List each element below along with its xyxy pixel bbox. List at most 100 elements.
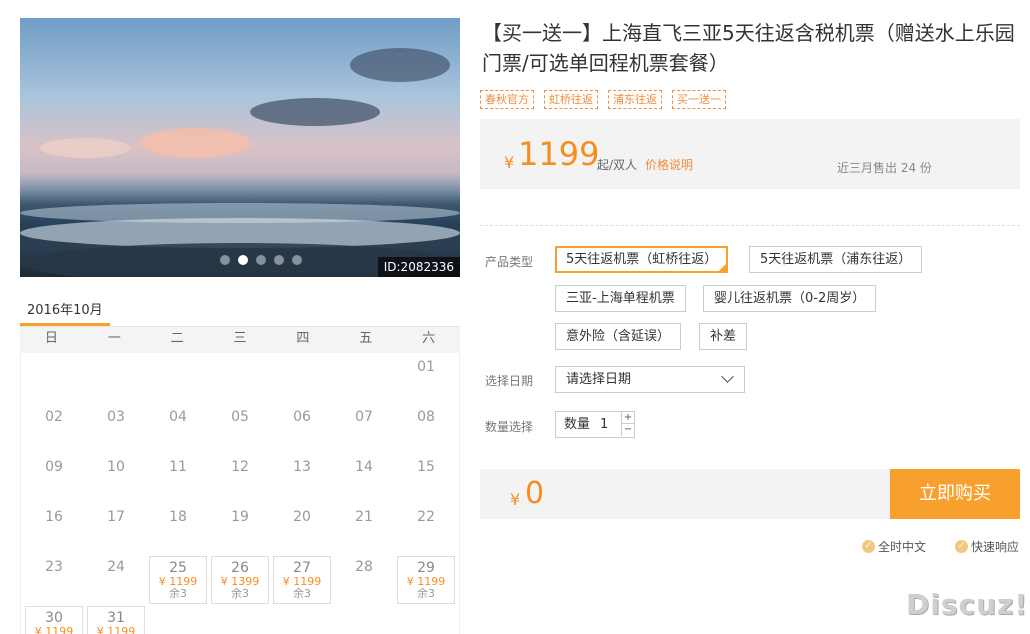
- selected-check-icon: ✓: [719, 258, 727, 267]
- calendar-day-available[interactable]: 26 ¥ 1399 余3: [211, 556, 269, 604]
- sold-count: 近三月售出 24 份: [837, 161, 932, 175]
- calendar-day: 01: [417, 359, 435, 375]
- carousel-dot[interactable]: [292, 255, 302, 265]
- quantity-value[interactable]: 1: [600, 417, 608, 432]
- product-hero-image[interactable]: ID:2082336: [20, 18, 460, 277]
- calendar-day: 22: [417, 509, 435, 525]
- total-currency: ¥: [510, 490, 521, 509]
- hero-cloud: [250, 98, 380, 126]
- weekday-sat: 六: [422, 331, 436, 346]
- chevron-down-icon: [721, 370, 734, 383]
- price-panel: ¥ 1199 起/双人 价格说明 近三月售出 24 份: [480, 119, 1020, 189]
- calendar-day-available[interactable]: 25 ¥ 1199 余3: [149, 556, 207, 604]
- service-label: 快速响应: [971, 540, 1020, 554]
- calendar-day-available[interactable]: 27 ¥ 1199 余3: [273, 556, 331, 604]
- calendar-day: 11: [169, 459, 187, 475]
- price-explain-link[interactable]: 价格说明: [645, 156, 693, 173]
- calendar-day: 10: [107, 459, 125, 475]
- calendar-day-available[interactable]: 31 ¥ 1199: [87, 606, 145, 634]
- day-price: ¥ 1199: [96, 625, 136, 634]
- discuz-watermark: Discuz!: [906, 588, 1029, 621]
- quantity-stepper[interactable]: 数量 1 + −: [555, 411, 635, 438]
- calendar-day: 03: [107, 409, 125, 425]
- weekday-fri: 五: [359, 331, 373, 346]
- calendar-day: 09: [45, 459, 63, 475]
- calendar-day: 07: [355, 409, 373, 425]
- service-label: 全时中文: [878, 540, 927, 554]
- day-price: ¥ 1199: [34, 625, 74, 634]
- buy-now-button[interactable]: 立即购买: [890, 469, 1020, 519]
- calendar-day: 28: [355, 559, 373, 575]
- calendar-day: 05: [231, 409, 249, 425]
- option-price-difference[interactable]: 补差: [699, 323, 748, 350]
- calendar-day: 21: [355, 509, 373, 525]
- tag-hongqiao[interactable]: 虹桥往返: [544, 90, 598, 109]
- product-type-label: 产品类型: [485, 255, 534, 269]
- option-infant-roundtrip[interactable]: 婴儿往返机票（0-2周岁）: [703, 285, 877, 312]
- calendar-day: 15: [417, 459, 435, 475]
- day-remaining: 余3: [417, 587, 435, 600]
- product-title: 【买一送一】上海直飞三亚5天往返含税机票（赠送水上乐园门票/可选单回程机票套餐）: [482, 21, 1015, 75]
- option-accident-insurance[interactable]: 意外险（含延误）: [555, 323, 682, 350]
- option-pudong-roundtrip[interactable]: 5天往返机票（浦东往返）: [749, 246, 923, 273]
- weekday-tue: 二: [170, 331, 184, 346]
- carousel-dot[interactable]: [220, 255, 230, 265]
- calendar-day: 06: [293, 409, 311, 425]
- calendar-day: 17: [107, 509, 125, 525]
- calendar-day: 19: [231, 509, 249, 525]
- tag-bogo[interactable]: 买一送一: [672, 90, 726, 109]
- total-panel: ¥ 0: [480, 469, 890, 519]
- hero-cloud: [140, 128, 250, 158]
- calendar-day: 14: [355, 459, 373, 475]
- image-id-badge: ID:2082336: [377, 257, 460, 277]
- weekday-sun: 日: [44, 331, 58, 346]
- option-hongqiao-roundtrip[interactable]: 5天往返机票（虹桥往返） ✓: [555, 246, 729, 273]
- calendar-day: 16: [45, 509, 63, 525]
- calendar-day-available[interactable]: 29 ¥ 1199 余3: [397, 556, 455, 604]
- section-divider: [480, 225, 1020, 226]
- calendar-grid: 01 02 03 04 05 06 07 08 09 10 11 12 13 1…: [20, 353, 460, 634]
- calendar-day: 24: [107, 559, 125, 575]
- weekday-thu: 四: [296, 331, 310, 346]
- calendar-day: 13: [293, 459, 311, 475]
- service-fulltime-chinese: ✓ 全时中文: [862, 538, 926, 555]
- price-unit: 起/双人: [597, 158, 638, 172]
- price-amount: 1199: [518, 135, 600, 173]
- calendar-day-available[interactable]: 30 ¥ 1199: [25, 606, 83, 634]
- calendar-day: 18: [169, 509, 187, 525]
- carousel-dot[interactable]: [256, 255, 266, 265]
- quantity-increment-button[interactable]: +: [621, 412, 634, 424]
- day-remaining: 余3: [293, 587, 311, 600]
- quantity-label: 数量选择: [485, 420, 534, 434]
- check-icon: ✓: [862, 540, 875, 553]
- calendar-day: 02: [45, 409, 63, 425]
- carousel-dot[interactable]: [274, 255, 284, 265]
- day-remaining: 余3: [169, 587, 187, 600]
- hero-cloud: [350, 48, 450, 82]
- day-remaining: 余3: [231, 587, 249, 600]
- date-select-value: 请选择日期: [566, 372, 632, 387]
- tag-pudong[interactable]: 浦东往返: [608, 90, 662, 109]
- quantity-prefix: 数量: [564, 417, 591, 432]
- carousel-dots: [220, 255, 302, 265]
- weekday-mon: 一: [107, 331, 121, 346]
- check-icon: ✓: [955, 540, 968, 553]
- total-amount: 0: [525, 476, 545, 511]
- option-label: 5天往返机票（虹桥往返）: [566, 252, 718, 267]
- date-select[interactable]: 请选择日期: [555, 366, 745, 393]
- product-tags: 春秋官方 虹桥往返 浦东往返 买一送一: [480, 90, 726, 109]
- calendar-month-tab[interactable]: 2016年10月: [20, 290, 110, 326]
- calendar-day: 20: [293, 509, 311, 525]
- weekday-wed: 三: [233, 331, 247, 346]
- option-sanya-shanghai-oneway[interactable]: 三亚-上海单程机票: [555, 285, 686, 312]
- tag-official[interactable]: 春秋官方: [480, 90, 534, 109]
- calendar-day: 04: [169, 409, 187, 425]
- calendar-day: 23: [45, 559, 63, 575]
- date-label: 选择日期: [485, 374, 534, 388]
- calendar-day: 08: [417, 409, 435, 425]
- quantity-decrement-button[interactable]: −: [621, 424, 634, 436]
- calendar-day: 12: [231, 459, 249, 475]
- calendar-weekday-header: 日 一 二 三 四 五 六: [20, 327, 460, 353]
- carousel-dot-active[interactable]: [238, 255, 248, 265]
- service-quick-response: ✓ 快速响应: [955, 538, 1019, 555]
